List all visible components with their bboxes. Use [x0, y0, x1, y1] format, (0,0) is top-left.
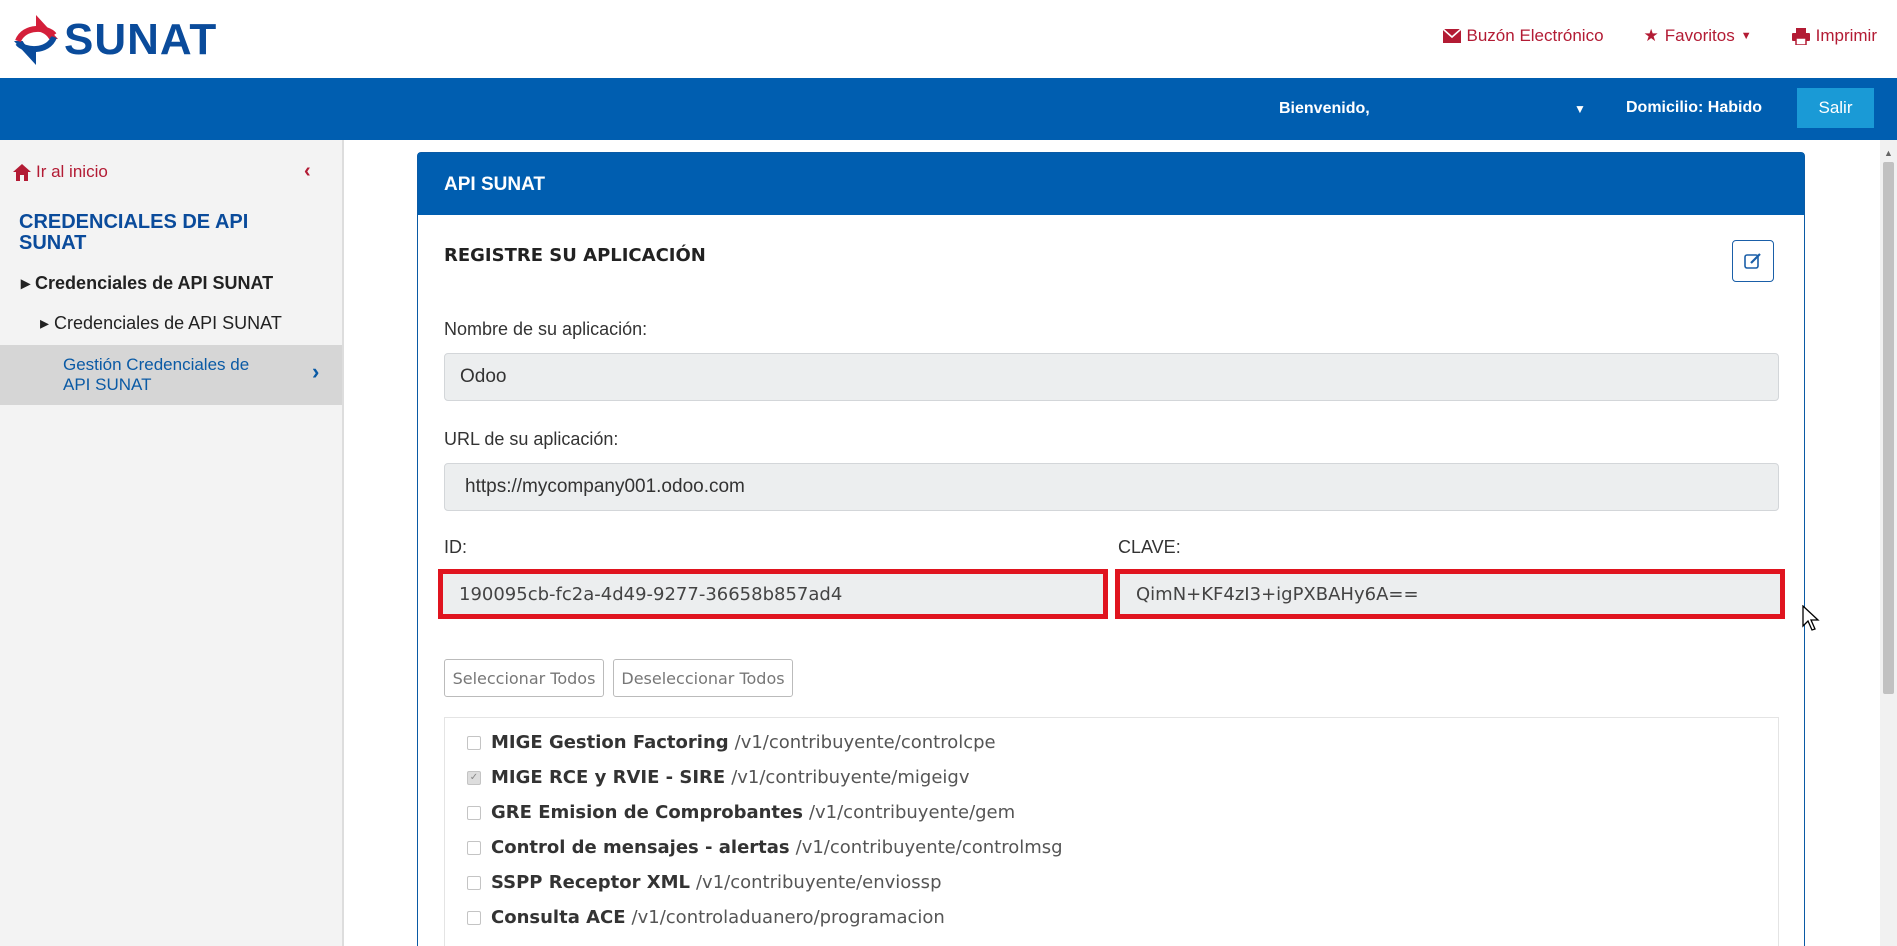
api-item[interactable]: Consulta ACE /v1/controladuanero/program…	[467, 907, 945, 928]
api-checkbox-checked[interactable]: ✓	[467, 770, 481, 785]
welcome-text: Bienvenido,	[1279, 100, 1370, 117]
api-path: /v1/contribuyente/enviossp	[695, 872, 942, 893]
favoritos-label: Favoritos	[1664, 26, 1735, 45]
api-path: /v1/controladuanero/programacion	[631, 907, 945, 928]
sunat-logo[interactable]: SUNAT	[12, 12, 217, 68]
api-checkbox[interactable]	[467, 840, 481, 855]
api-path: /v1/contribuyente/controlcpe	[734, 732, 996, 753]
buzon-label: Buzón Electrónico	[1466, 26, 1604, 45]
sunat-logo-icon	[14, 15, 58, 65]
app-url-field[interactable]: https://mycompany001.odoo.com	[444, 463, 1779, 511]
sidebar: Ir al inicio ‹ CREDENCIALES DE API SUNAT…	[0, 140, 344, 946]
sidebar-item-label: Credenciales de API SUNAT	[35, 273, 274, 293]
scrollbar-thumb[interactable]	[1883, 162, 1894, 694]
api-item[interactable]: Control de mensajes - alertas /v1/contri…	[467, 837, 1063, 858]
home-icon	[13, 163, 31, 181]
domicilio-status: Domicilio: Habido	[1626, 99, 1762, 116]
envelope-icon	[1442, 29, 1461, 43]
top-links: Buzón Electrónico ★ Favoritos ▼ Imprimir	[1442, 26, 1877, 46]
id-label: ID:	[444, 537, 468, 557]
sidebar-subitem-credenciales[interactable]: ▸ Credenciales de API SUNAT	[40, 313, 282, 334]
buzon-link[interactable]: Buzón Electrónico	[1442, 26, 1604, 46]
api-path: /v1/contribuyente/controlmsg	[795, 837, 1063, 858]
deselect-all-button[interactable]: Deseleccionar Todos	[613, 659, 793, 697]
imprimir-label: Imprimir	[1815, 26, 1877, 45]
page-scrollbar[interactable]: ▲	[1880, 140, 1897, 946]
client-id-field[interactable]: 190095cb-fc2a-4d49-9277-36658b857ad4	[438, 569, 1108, 619]
sidebar-title: CREDENCIALES DE API SUNAT	[19, 211, 249, 254]
api-path: /v1/contribuyente/gem	[808, 802, 1016, 823]
panel-title: API SUNAT	[418, 153, 1804, 215]
chevron-right-icon: ›	[312, 359, 320, 384]
api-list: MIGE Gestion Factoring /v1/contribuyente…	[444, 717, 1779, 946]
api-checkbox[interactable]	[467, 875, 481, 890]
star-icon: ★	[1643, 26, 1659, 45]
app-name-label: Nombre de su aplicación:	[444, 319, 648, 339]
favoritos-dropdown[interactable]: ★ Favoritos ▼	[1644, 26, 1752, 46]
app-name-field[interactable]: Odoo	[444, 353, 1779, 401]
printer-icon	[1791, 27, 1810, 45]
api-name: MIGE Gestion Factoring	[491, 732, 729, 753]
top-header: SUNAT Buzón Electrónico ★ Favoritos ▼ Im…	[0, 0, 1897, 78]
select-all-button[interactable]: Seleccionar Todos	[444, 659, 604, 697]
api-name: Control de mensajes - alertas	[491, 837, 790, 858]
user-navbar: Bienvenido, ▼ Domicilio: Habido Salir	[0, 78, 1897, 140]
logo-text: SUNAT	[64, 15, 218, 64]
sidebar-active-label: Gestión Credenciales de API SUNAT	[63, 355, 250, 394]
edit-icon	[1744, 253, 1761, 269]
api-item[interactable]: GRE Emision de Comprobantes /v1/contribu…	[467, 802, 1015, 823]
app-url-label: URL de su aplicación:	[444, 429, 619, 449]
api-sunat-panel: API SUNAT REGISTRE SU APLICACIÓN Nombre …	[417, 152, 1805, 946]
logout-button[interactable]: Salir	[1797, 88, 1874, 128]
home-link-label: Ir al inicio	[36, 162, 108, 181]
mouse-cursor-icon	[1802, 605, 1820, 631]
caret-down-icon: ▼	[1740, 30, 1752, 42]
api-name: SSPP Receptor XML	[491, 872, 690, 893]
api-name: GRE Emision de Comprobantes	[491, 802, 803, 823]
scroll-up-icon[interactable]: ▲	[1884, 148, 1893, 158]
api-checkbox[interactable]	[467, 910, 481, 925]
sidebar-item-gestion-credenciales[interactable]: Gestión Credenciales de API SUNAT ›	[0, 345, 342, 405]
sidebar-subitem-label: Credenciales de API SUNAT	[54, 313, 282, 333]
collapse-sidebar-icon[interactable]: ‹	[304, 160, 311, 183]
user-menu-caret-icon[interactable]: ▼	[1574, 102, 1586, 116]
api-name: Consulta ACE	[491, 907, 626, 928]
api-item[interactable]: MIGE Gestion Factoring /v1/contribuyente…	[467, 732, 996, 753]
clave-label: CLAVE:	[1118, 537, 1181, 557]
imprimir-link[interactable]: Imprimir	[1791, 26, 1877, 46]
sidebar-item-credenciales[interactable]: ▸ Credenciales de API SUNAT	[21, 273, 273, 294]
api-item[interactable]: ✓ MIGE RCE y RVIE - SIRE /v1/contribuyen…	[467, 767, 969, 788]
home-link[interactable]: Ir al inicio	[13, 162, 108, 182]
api-path: /v1/contribuyente/migeigv	[731, 767, 970, 788]
api-item[interactable]: SSPP Receptor XML /v1/contribuyente/envi…	[467, 872, 942, 893]
edit-button[interactable]	[1732, 240, 1774, 282]
api-name: MIGE RCE y RVIE - SIRE	[491, 767, 726, 788]
api-checkbox[interactable]	[467, 735, 481, 750]
client-secret-field[interactable]: QimN+KF4zI3+igPXBAHy6A==	[1115, 569, 1785, 619]
section-title: REGISTRE SU APLICACIÓN	[444, 245, 706, 266]
api-checkbox[interactable]	[467, 805, 481, 820]
